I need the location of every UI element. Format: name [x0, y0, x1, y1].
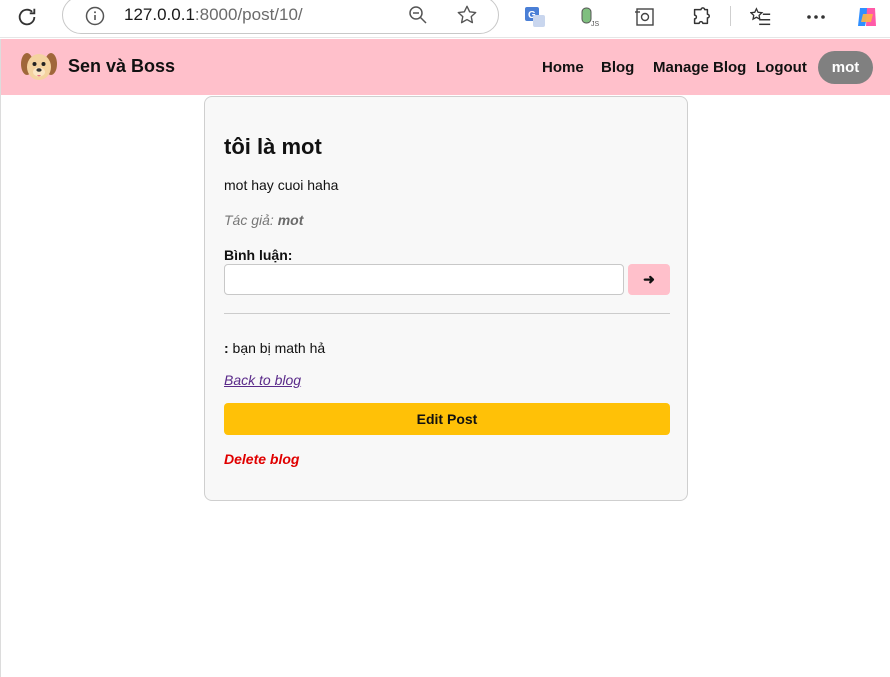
toolbar-divider — [730, 6, 731, 26]
divider — [224, 313, 670, 314]
back-to-blog-link[interactable]: Back to blog — [224, 372, 301, 388]
user-badge[interactable]: mot — [818, 51, 873, 84]
translate-extension-icon[interactable]: G — [522, 4, 548, 30]
edit-post-button[interactable]: Edit Post — [224, 403, 670, 435]
comment-label: Bình luận: — [224, 247, 293, 263]
dog-logo-icon[interactable] — [20, 48, 58, 86]
copilot-icon[interactable] — [854, 4, 880, 30]
more-options-icon[interactable] — [803, 4, 829, 30]
post-author: Tác giả: mot — [224, 212, 304, 228]
browser-toolbar: 127.0.0.1:8000/post/10/ G JS — [0, 0, 890, 38]
site-header: Sen và Boss Home Blog Manage Blog Logout… — [1, 39, 890, 95]
post-title: tôi là mot — [224, 134, 322, 159]
favorite-star-icon[interactable] — [456, 4, 478, 31]
extensions-puzzle-icon[interactable] — [688, 4, 714, 30]
site-info-icon[interactable] — [85, 6, 105, 31]
url-text: 127.0.0.1:8000/post/10/ — [124, 5, 303, 24]
svg-text:JS: JS — [591, 21, 600, 28]
brand-title[interactable]: Sen và Boss — [68, 56, 175, 77]
reload-icon[interactable] — [14, 4, 40, 30]
comment-input[interactable] — [224, 264, 624, 295]
nav-manage-blog[interactable]: Manage Blog — [653, 59, 746, 76]
comment-item: : bạn bị math hả — [224, 340, 326, 356]
comment-text: bạn bị math hả — [228, 340, 326, 356]
post-card: tôi là mot mot hay cuoi haha Tác giả: mo… — [204, 96, 688, 501]
delete-blog-link[interactable]: Delete blog — [224, 451, 299, 467]
zoom-out-icon[interactable] — [408, 5, 428, 30]
favorites-list-icon[interactable] — [748, 4, 774, 30]
post-content: mot hay cuoi haha — [224, 177, 339, 193]
author-name: mot — [277, 212, 304, 228]
nav-home[interactable]: Home — [542, 59, 584, 76]
screenshot-extension-icon[interactable] — [632, 4, 658, 30]
send-comment-button[interactable]: ➜ — [628, 264, 670, 295]
address-bar[interactable]: 127.0.0.1:8000/post/10/ — [62, 0, 499, 34]
nav-logout[interactable]: Logout — [756, 59, 807, 76]
nav-blog[interactable]: Blog — [601, 59, 634, 76]
js-extension-icon[interactable]: JS — [578, 4, 604, 30]
viewport-left-edge — [0, 39, 1, 677]
